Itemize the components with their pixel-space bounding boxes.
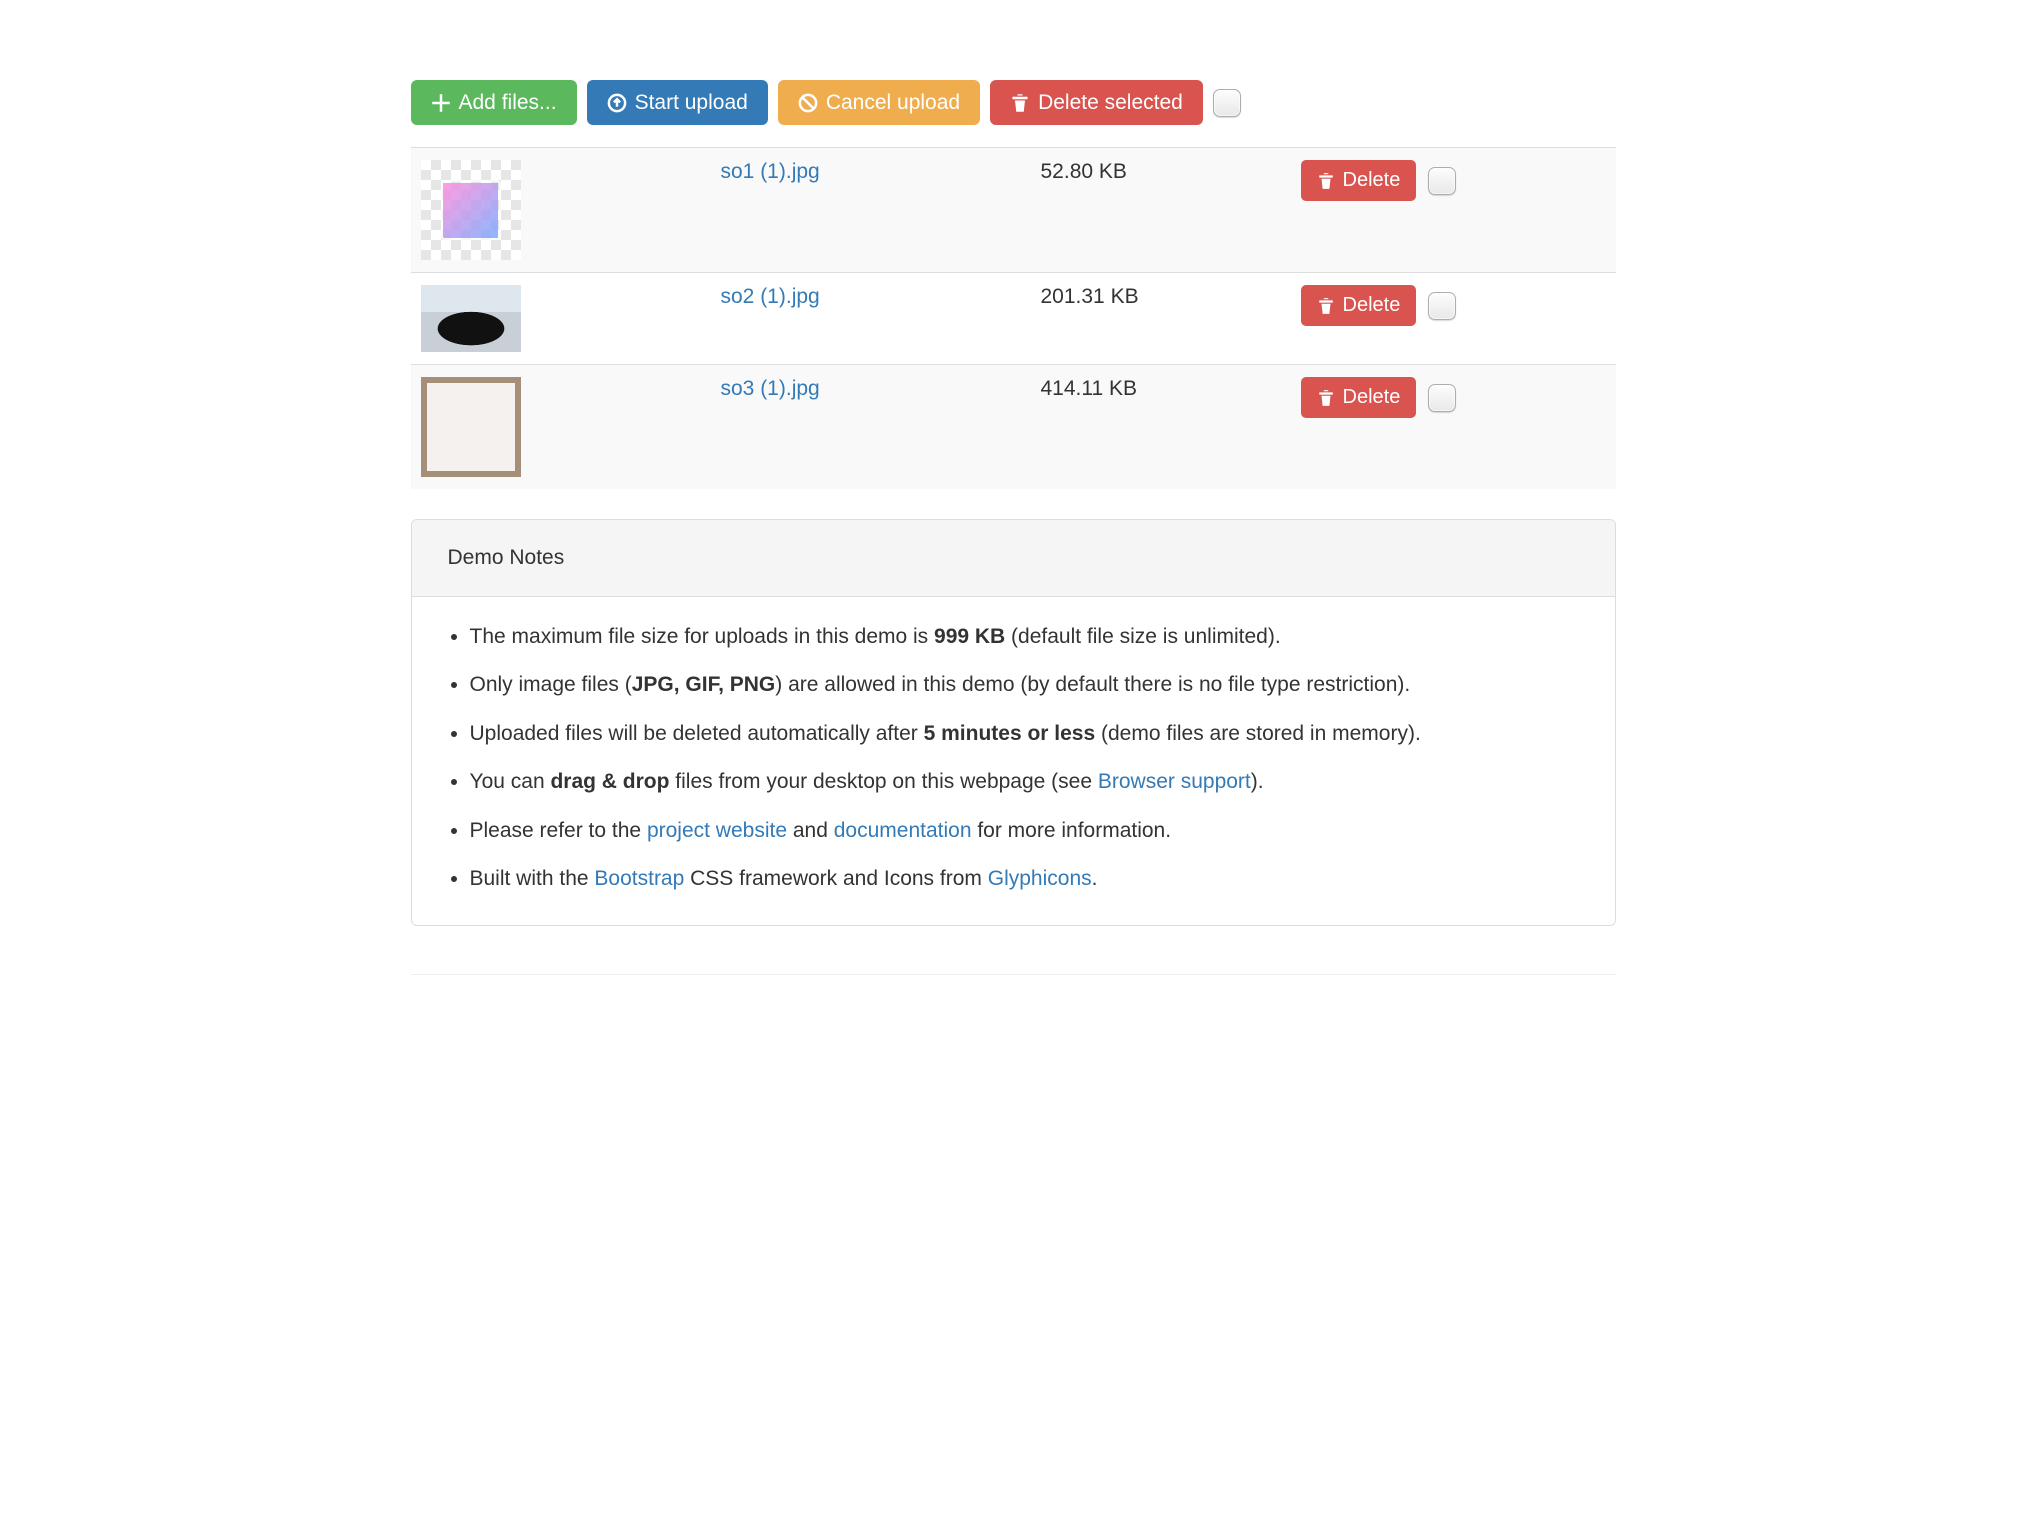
file-size: 414.11 KB xyxy=(1041,377,1138,400)
ban-icon xyxy=(798,93,818,113)
trash-icon xyxy=(1317,389,1335,407)
bootstrap-link[interactable]: Bootstrap xyxy=(594,867,684,890)
add-files-label: Add files... xyxy=(459,92,557,113)
delete-row-button[interactable]: Delete xyxy=(1301,285,1417,326)
documentation-link[interactable]: documentation xyxy=(834,819,972,842)
list-item: Please refer to the project website and … xyxy=(470,816,1579,846)
plus-icon xyxy=(431,93,451,113)
note-bold: drag & drop xyxy=(550,770,669,793)
table-row: so2 (1).jpg 201.31 KB Delete xyxy=(411,273,1616,365)
footer-divider xyxy=(411,974,1616,975)
list-item: Only image files (JPG, GIF, PNG) are all… xyxy=(470,670,1579,700)
note-text: You can xyxy=(470,770,551,793)
add-files-button[interactable]: Add files... xyxy=(411,80,577,125)
panel-title: Demo Notes xyxy=(412,520,1615,597)
note-text: ) are allowed in this demo (by default t… xyxy=(775,673,1410,696)
trash-icon xyxy=(1010,93,1030,113)
note-text: . xyxy=(1092,867,1098,890)
note-text: Uploaded files will be deleted automatic… xyxy=(470,722,924,745)
table-row: so3 (1).jpg 414.11 KB Delete xyxy=(411,365,1616,490)
delete-row-label: Delete xyxy=(1343,386,1401,409)
file-size: 201.31 KB xyxy=(1041,285,1139,308)
delete-row-label: Delete xyxy=(1343,169,1401,192)
note-text: and xyxy=(787,819,834,842)
delete-selected-button[interactable]: Delete selected xyxy=(990,80,1203,125)
delete-row-label: Delete xyxy=(1343,294,1401,317)
panel-body: The maximum file size for uploads in thi… xyxy=(412,597,1615,925)
file-table: so1 (1).jpg 52.80 KB Delete xyxy=(411,147,1616,489)
select-all-checkbox[interactable] xyxy=(1213,89,1241,117)
cancel-upload-button[interactable]: Cancel upload xyxy=(778,80,980,125)
row-checkbox[interactable] xyxy=(1428,292,1456,320)
list-item: Built with the Bootstrap CSS framework a… xyxy=(470,864,1579,894)
project-website-link[interactable]: project website xyxy=(647,819,787,842)
upload-toolbar: Add files... Start upload Cancel upload … xyxy=(411,0,1616,147)
row-checkbox[interactable] xyxy=(1428,167,1456,195)
demo-notes-panel: Demo Notes The maximum file size for upl… xyxy=(411,519,1616,926)
note-text: ). xyxy=(1251,770,1264,793)
list-item: The maximum file size for uploads in thi… xyxy=(470,622,1579,652)
file-thumbnail xyxy=(421,160,521,260)
note-bold: 999 KB xyxy=(934,625,1005,648)
upload-icon xyxy=(607,93,627,113)
delete-selected-label: Delete selected xyxy=(1038,92,1183,113)
file-name-link[interactable]: so1 (1).jpg xyxy=(721,160,820,183)
cancel-upload-label: Cancel upload xyxy=(826,92,960,113)
list-item: Uploaded files will be deleted automatic… xyxy=(470,719,1579,749)
trash-icon xyxy=(1317,172,1335,190)
trash-icon xyxy=(1317,297,1335,315)
note-text: CSS framework and Icons from xyxy=(684,867,987,890)
glyphicons-link[interactable]: Glyphicons xyxy=(988,867,1092,890)
note-bold: 5 minutes or less xyxy=(924,722,1096,745)
note-text: Built with the xyxy=(470,867,595,890)
file-name-link[interactable]: so2 (1).jpg xyxy=(721,285,820,308)
file-size: 52.80 KB xyxy=(1041,160,1127,183)
start-upload-button[interactable]: Start upload xyxy=(587,80,768,125)
file-name-link[interactable]: so3 (1).jpg xyxy=(721,377,820,400)
note-text: for more information. xyxy=(972,819,1172,842)
note-text: The maximum file size for uploads in thi… xyxy=(470,625,935,648)
browser-support-link[interactable]: Browser support xyxy=(1098,770,1251,793)
delete-row-button[interactable]: Delete xyxy=(1301,160,1417,201)
row-checkbox[interactable] xyxy=(1428,384,1456,412)
note-text: Only image files ( xyxy=(470,673,632,696)
table-row: so1 (1).jpg 52.80 KB Delete xyxy=(411,148,1616,273)
note-text: Please refer to the xyxy=(470,819,647,842)
note-text: files from your desktop on this webpage … xyxy=(669,770,1097,793)
note-text: (default file size is unlimited). xyxy=(1005,625,1280,648)
list-item: You can drag & drop files from your desk… xyxy=(470,767,1579,797)
note-bold: JPG, GIF, PNG xyxy=(632,673,776,696)
file-thumbnail xyxy=(421,377,521,477)
note-text: (demo files are stored in memory). xyxy=(1095,722,1421,745)
delete-row-button[interactable]: Delete xyxy=(1301,377,1417,418)
file-thumbnail xyxy=(421,285,521,352)
start-upload-label: Start upload xyxy=(635,92,748,113)
